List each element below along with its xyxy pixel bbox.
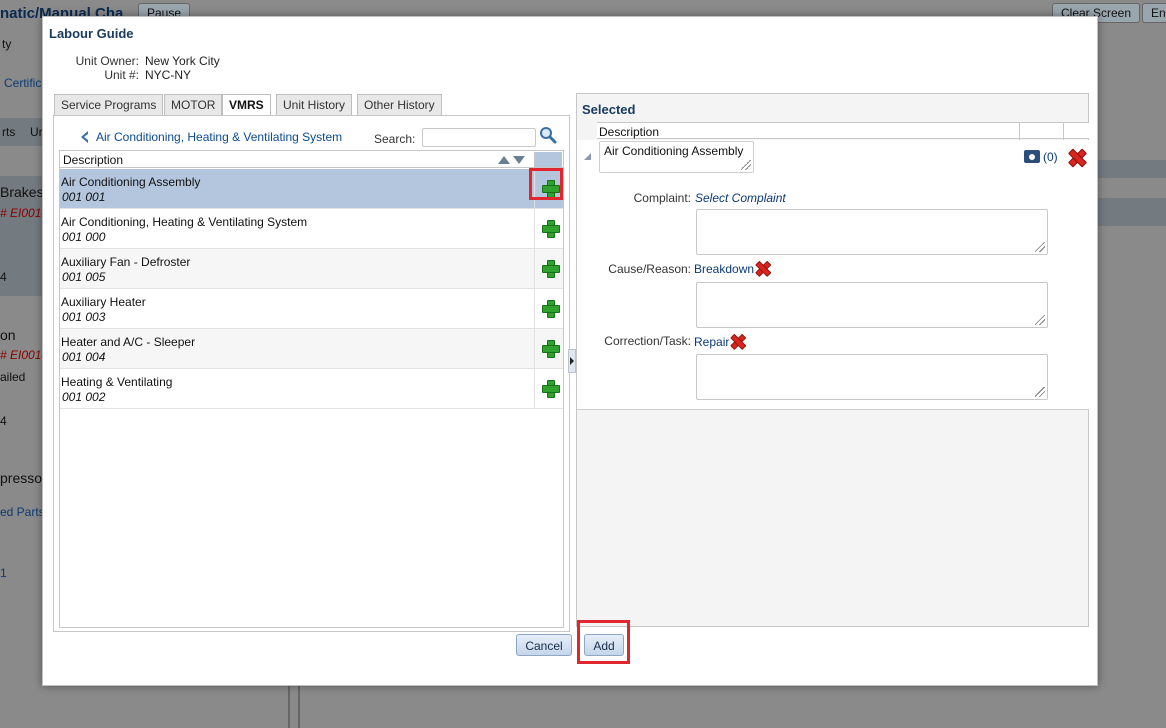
unit-number-label: Unit #: xyxy=(104,68,139,82)
row-description: Heating & Ventilating xyxy=(61,375,173,389)
row-description: Air Conditioning, Heating & Ventilating … xyxy=(61,215,308,229)
row-description: Auxiliary Fan - Defroster xyxy=(61,255,191,269)
row-code: 001 005 xyxy=(62,270,106,284)
tab-other-history[interactable]: Other History xyxy=(357,94,442,115)
search-label: Search: xyxy=(374,132,416,146)
selected-description-field[interactable]: Air Conditioning Assembly xyxy=(599,141,754,173)
correction-task-link[interactable]: Repair xyxy=(694,335,729,349)
resize-handle-icon[interactable] xyxy=(1035,242,1045,252)
table-header: Description xyxy=(60,151,563,168)
complaint-label: Complaint: xyxy=(633,191,691,205)
tab-unit-history[interactable]: Unit History xyxy=(276,94,353,115)
bg-fragment: ty xyxy=(2,37,12,51)
select-complaint-link[interactable]: Select Complaint xyxy=(695,191,786,205)
bg-fragment: # EI0014 xyxy=(0,348,49,362)
cause-textarea[interactable] xyxy=(696,282,1048,328)
table-row[interactable]: Air Conditioning, Heating & Ventilating … xyxy=(60,209,563,249)
photo-count-link[interactable]: (0) xyxy=(1043,150,1058,164)
clear-cause-icon[interactable] xyxy=(755,261,769,275)
labour-guide-dialog: Labour Guide Unit Owner: New York City U… xyxy=(42,16,1098,686)
cancel-button[interactable]: Cancel xyxy=(516,634,572,656)
bg-fragment: 4 xyxy=(0,414,7,428)
row-description: Heater and A/C - Sleeper xyxy=(61,335,196,349)
camera-icon[interactable] xyxy=(1024,150,1040,163)
bg-fragment: 4 xyxy=(0,270,7,284)
bg-fragment: Brakes xyxy=(0,184,44,200)
resize-handle-icon[interactable] xyxy=(741,160,751,170)
row-description: Air Conditioning Assembly xyxy=(61,175,201,189)
table-row[interactable]: Heater and A/C - Sleeper 001 004 xyxy=(60,329,563,369)
panel-splitter-handle[interactable] xyxy=(568,349,576,373)
row-code: 001 000 xyxy=(62,230,106,244)
breadcrumb-link[interactable]: Air Conditioning, Heating & Ventilating … xyxy=(96,130,342,144)
add-plus-icon[interactable] xyxy=(542,380,560,398)
bg-fragment: 1 xyxy=(0,566,7,580)
selected-table-header: Description xyxy=(597,122,1089,140)
bg-fragment: ailed xyxy=(0,370,26,384)
unit-number-value: NYC-NY xyxy=(145,68,192,82)
cause-reason-link[interactable]: Breakdown xyxy=(694,262,754,276)
search-icon[interactable] xyxy=(539,126,557,144)
unit-owner-label: Unit Owner: xyxy=(75,54,139,68)
row-code: 001 003 xyxy=(62,310,106,324)
table-row[interactable]: Auxiliary Heater 001 003 xyxy=(60,289,563,329)
row-description: Auxiliary Heater xyxy=(61,295,146,309)
add-plus-icon[interactable] xyxy=(542,340,560,358)
sort-descending-icon[interactable] xyxy=(513,156,525,164)
sort-ascending-icon[interactable] xyxy=(498,156,510,164)
vmrs-table: Description Air Conditioning Assembly 001… xyxy=(59,150,564,628)
table-row[interactable]: Air Conditioning Assembly 001 001 xyxy=(60,169,563,209)
selected-panel-title: Selected xyxy=(582,102,636,117)
description-column-header[interactable]: Description xyxy=(63,153,123,167)
tab-service-programs[interactable]: Service Programs xyxy=(54,94,164,115)
bg-fragment: on xyxy=(0,327,16,343)
tab-vmrs[interactable]: VMRS xyxy=(222,94,271,116)
row-code: 001 004 xyxy=(62,350,106,364)
bg-fragment: Ur xyxy=(30,125,43,139)
bg-end-button: En xyxy=(1142,3,1166,23)
row-code: 001 001 xyxy=(62,190,106,204)
highlight-box xyxy=(529,168,563,200)
complaint-textarea[interactable] xyxy=(696,209,1048,255)
resize-handle-icon[interactable] xyxy=(1035,387,1045,397)
action-column-header xyxy=(534,152,562,167)
table-row[interactable]: Auxiliary Fan - Defroster 001 005 xyxy=(60,249,563,289)
description-column-header: Description xyxy=(599,125,660,139)
bg-fragment: ed Parts xyxy=(0,505,45,519)
correction-textarea[interactable] xyxy=(696,354,1048,400)
highlight-box xyxy=(577,620,630,664)
add-plus-icon[interactable] xyxy=(542,220,560,238)
add-plus-icon[interactable] xyxy=(542,260,560,278)
unit-owner-value: New York City xyxy=(145,54,220,68)
expand-toggle-icon[interactable] xyxy=(584,153,591,160)
clear-correction-icon[interactable] xyxy=(730,334,744,348)
tab-motor[interactable]: MOTOR xyxy=(164,94,223,115)
add-plus-icon[interactable] xyxy=(542,300,560,318)
selected-description-text: Air Conditioning Assembly xyxy=(604,144,744,158)
row-code: 001 002 xyxy=(62,390,106,404)
vmrs-browser-panel: Air Conditioning, Heating & Ventilating … xyxy=(53,115,570,632)
selected-panel: Selected Description Air Conditioning As… xyxy=(576,93,1089,627)
back-chevron-icon[interactable] xyxy=(78,130,90,144)
dialog-title: Labour Guide xyxy=(49,26,134,41)
bg-fragment: pressor xyxy=(0,470,47,486)
search-input[interactable] xyxy=(422,128,536,147)
remove-item-icon[interactable] xyxy=(1068,149,1084,165)
table-row[interactable]: Heating & Ventilating 001 002 xyxy=(60,369,563,409)
bg-fragment: rts xyxy=(2,125,16,139)
bg-fragment: # EI0014 xyxy=(0,206,49,220)
resize-handle-icon[interactable] xyxy=(1035,315,1045,325)
bg-fragment: Certific xyxy=(4,76,42,90)
correction-task-label: Correction/Task: xyxy=(604,334,691,348)
selected-item-row: Air Conditioning Assembly (0) Complaint:… xyxy=(577,140,1089,410)
cause-reason-label: Cause/Reason: xyxy=(608,262,691,276)
